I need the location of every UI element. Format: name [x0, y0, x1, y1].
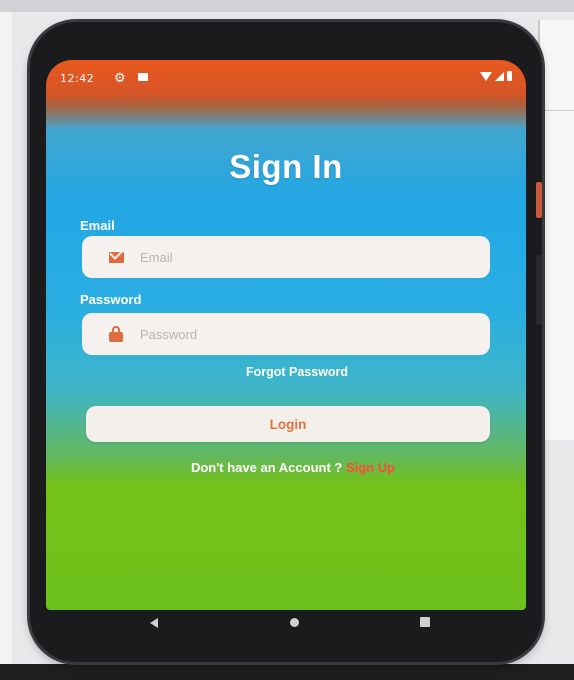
status-bar: 12:42 ⚙: [46, 60, 526, 94]
lock-icon: [108, 326, 124, 342]
email-label: Email: [80, 218, 115, 233]
signup-row: Don't have an Account ? Sign Up: [46, 460, 526, 475]
password-placeholder: Password: [140, 326, 198, 342]
password-field[interactable]: Password: [82, 313, 490, 355]
home-icon[interactable]: [290, 618, 299, 627]
wifi-icon: [480, 71, 492, 81]
mail-icon: [108, 251, 124, 263]
back-icon[interactable]: [150, 618, 158, 628]
phone-volume-button: [536, 182, 542, 218]
signup-link[interactable]: Sign Up: [346, 460, 395, 475]
signup-prompt: Don't have an Account ?: [190, 460, 346, 475]
status-time: 12:42: [60, 72, 95, 85]
page-title: Sign In: [229, 148, 343, 185]
status-indicators: [480, 71, 512, 81]
background-left: [0, 12, 12, 664]
login-button[interactable]: Login: [86, 406, 490, 442]
navigation-bar: [46, 598, 526, 648]
background-bottom: [0, 664, 574, 680]
password-label: Password: [80, 292, 142, 307]
sim-card-icon: [138, 73, 148, 81]
phone-power-button: [536, 255, 542, 325]
battery-icon: [507, 71, 512, 81]
signal-icon: [495, 71, 504, 81]
email-field[interactable]: Email: [82, 236, 490, 278]
recents-icon[interactable]: [420, 617, 430, 627]
email-placeholder: Email: [140, 249, 173, 265]
app-screen: 12:42 ⚙ Sign In Email Email Password Pas…: [46, 60, 526, 610]
forgot-password-link[interactable]: Forgot Password: [46, 365, 526, 379]
background-top: [0, 0, 574, 12]
background-monitor: [538, 20, 574, 440]
settings-gear-icon: ⚙: [114, 70, 126, 85]
